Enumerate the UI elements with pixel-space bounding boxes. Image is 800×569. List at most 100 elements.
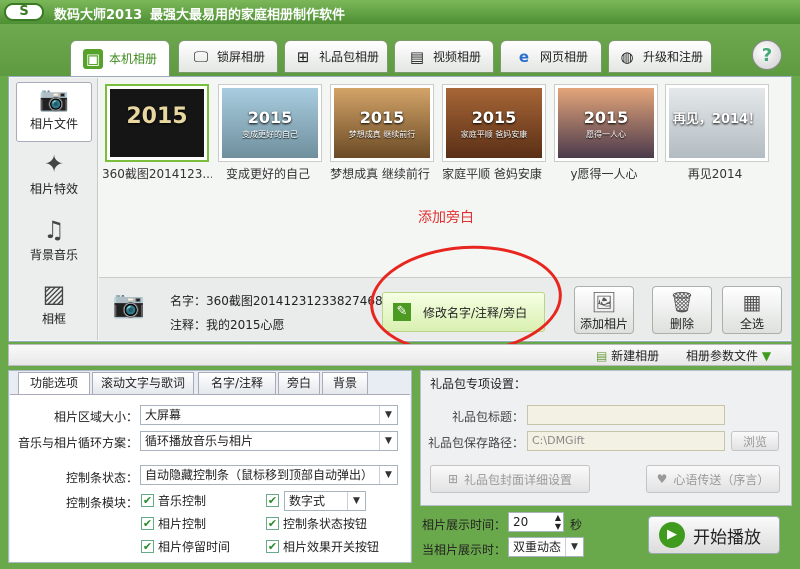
photo-thumbnail[interactable]: 2015 家庭平顺 爸妈安康 <box>442 84 546 162</box>
chevron-down-icon: ▼ <box>565 538 583 556</box>
thumbnail-caption: y愿得一人心 <box>570 167 638 181</box>
tab-label: 锁屏相册 <box>216 50 265 64</box>
loop-scheme-label: 音乐与相片循环方案： <box>17 436 138 450</box>
gift-name-label: 礼品包标题： <box>451 410 524 424</box>
tab-upgrade-register[interactable]: ◍ 升级和注册 <box>608 40 712 73</box>
thumbnail-caption: 再见2014 <box>687 167 743 181</box>
message-preface-label: 心语传送（序言） <box>673 472 770 487</box>
checkbox-label: 音乐控制 <box>158 494 207 508</box>
photo-thumbnail[interactable]: 2015 变成更好的自己 <box>218 84 322 162</box>
display-mode-select[interactable]: 双重动态 ▼ <box>508 537 584 557</box>
select-value: 数字式 <box>289 494 326 508</box>
browse-button[interactable]: 浏览 <box>731 431 779 451</box>
message-preface-button[interactable]: ♥ 心语传送（序言） <box>646 465 780 493</box>
gift-name-field[interactable] <box>527 405 725 425</box>
delete-button[interactable]: 🗑 删除 <box>652 286 712 334</box>
tab-lockscreen-album[interactable]: 🖵 锁屏相册 <box>178 40 278 73</box>
tab-gift-album[interactable]: ⊞ 礼品包相册 <box>284 40 388 73</box>
thumbnail-image: 2015 变成更好的自己 <box>222 88 318 158</box>
album-param-file-button[interactable]: 相册参数文件 ▼ <box>686 347 771 364</box>
thumbnail-caption: 梦想成真 继续前行 <box>330 167 430 181</box>
select-all-button[interactable]: ▦ 全选 <box>722 286 782 334</box>
display-mode-label: 当相片展示时： <box>421 543 506 557</box>
gift-settings-title: 礼品包专项设置： <box>430 377 527 391</box>
action-label: 删除 <box>669 317 694 331</box>
photo-thumbnail[interactable]: 2015 愿得一人心 <box>554 84 658 162</box>
album-param-label: 相册参数文件 <box>686 349 759 363</box>
control-bar-state-select[interactable]: 自动隐藏控制条（鼠标移到顶部自动弹出） ▼ <box>140 465 398 485</box>
app-subtitle: 最强大最易用的家庭相册制作软件 <box>150 8 346 23</box>
select-value: 循环播放音乐与相片 <box>145 434 254 448</box>
tab-web-album[interactable]: e 网页相册 <box>500 40 602 73</box>
album-toolbar <box>8 344 792 366</box>
chevron-down-icon: ▼ <box>761 349 772 363</box>
digital-style-select[interactable]: 数字式 ▼ <box>284 491 366 511</box>
heart-icon: ♥ <box>656 472 668 486</box>
trash-icon: 🗑 <box>669 290 695 314</box>
sidebar-item-background-music[interactable]: ♫ 背景音乐 <box>16 214 92 274</box>
photo-thumbnail[interactable]: 再见，2014！ <box>665 84 769 162</box>
display-time-stepper[interactable]: 20 ▲ ▼ <box>508 512 564 532</box>
tab-function-options[interactable]: 功能选项 <box>18 372 90 394</box>
tab-local-album[interactable]: ▣ 本机相册 <box>70 40 170 76</box>
add-photo-button[interactable]: 🖼 添加相片 <box>574 286 634 334</box>
music-control-checkbox[interactable]: ✔ <box>141 494 154 507</box>
checkbox-label: 相片效果开关按钮 <box>283 540 380 554</box>
photo-stay-time-checkbox[interactable]: ✔ <box>141 540 154 553</box>
chevron-down-icon: ▼ <box>379 466 397 484</box>
tab-name-note[interactable]: 名字/注释 <box>198 372 276 394</box>
photo-effect-switch-checkbox[interactable]: ✔ <box>266 540 279 553</box>
select-all-icon: ▦ <box>742 290 762 314</box>
photo-thumbnail[interactable]: 2015 梦想成真 继续前行 <box>330 84 434 162</box>
film-icon: ▤ <box>409 47 425 66</box>
sidebar-item-photo-effects[interactable]: ✦ 相片特效 <box>16 148 92 208</box>
tab-label: 升级和注册 <box>642 50 703 64</box>
tab-scroll-text-lyrics[interactable]: 滚动文字与歌词 <box>92 372 194 394</box>
control-bar-state-button-checkbox[interactable]: ✔ <box>266 517 279 530</box>
thumbnail-image: 2015 梦想成真 继续前行 <box>334 88 430 158</box>
app-title: 数码大师2013 <box>54 8 143 23</box>
photo-thumbnail[interactable]: 2015 <box>105 84 209 162</box>
ie-icon: e <box>518 47 530 66</box>
help-button[interactable]: ? <box>752 40 782 70</box>
stepper-value: 20 <box>513 515 529 529</box>
sidebar-item-label: 相片特效 <box>29 182 78 196</box>
gift-save-path-field[interactable]: C:\DMGift <box>527 431 725 451</box>
sparkle-icon: ✦ <box>43 150 65 178</box>
thumbnail-subtext: 变成更好的自己 <box>242 129 298 139</box>
loop-scheme-select[interactable]: 循环播放音乐与相片 ▼ <box>140 431 398 451</box>
sidebar-item-photo-files[interactable]: 📷 相片文件 <box>16 82 92 142</box>
tab-label: 网页相册 <box>539 50 588 64</box>
digital-checkbox[interactable]: ✔ <box>266 494 279 507</box>
start-play-button[interactable]: ▶ 开始播放 <box>648 516 780 554</box>
thumbnail-image: 2015 <box>110 89 204 157</box>
gift-cover-label: 礼品包封面详细设置 <box>464 472 573 487</box>
gift-cover-settings-button[interactable]: ⊞ 礼品包封面详细设置 <box>430 465 590 493</box>
new-album-label: 新建相册 <box>611 349 660 363</box>
display-time-label: 相片展示时间： <box>421 518 506 532</box>
checkbox-label: 相片控制 <box>158 517 207 531</box>
sidebar-item-label: 相片文件 <box>29 117 78 131</box>
picture-frame-icon: ▨ <box>42 280 66 308</box>
select-value: 大屏幕 <box>145 408 182 422</box>
sidebar-item-photo-frame[interactable]: ▨ 相框 <box>16 278 92 338</box>
thumbnail-caption: 变成更好的自己 <box>225 167 310 181</box>
tab-video-album[interactable]: ▤ 视频相册 <box>394 40 494 73</box>
photo-name: 名字：360截图20141231233827468 <box>170 294 383 308</box>
thumbnail-text: 2015 <box>471 107 517 127</box>
add-narration-annotation: 添加旁白 <box>418 210 474 226</box>
select-value: 自动隐藏控制条（鼠标移到顶部自动弹出） <box>145 468 374 482</box>
tab-narration[interactable]: 旁白 <box>278 372 320 394</box>
tab-label: 视频相册 <box>432 50 481 64</box>
document-icon: ▤ <box>596 349 608 363</box>
thumbnail-text: 2015 <box>126 103 188 129</box>
start-play-label: 开始播放 <box>693 527 761 548</box>
new-album-button[interactable]: ▤ 新建相册 <box>596 347 659 364</box>
tab-background[interactable]: 背景 <box>322 372 368 394</box>
photo-control-checkbox[interactable]: ✔ <box>141 517 154 530</box>
thumbnail-caption: 家庭平顺 爸妈安康 <box>442 167 542 181</box>
gift-icon: ⊞ <box>447 472 459 486</box>
thumbnail-text: 2015 <box>359 107 405 127</box>
thumbnail-image: 2015 家庭平顺 爸妈安康 <box>446 88 542 158</box>
photo-area-select[interactable]: 大屏幕 ▼ <box>140 405 398 425</box>
